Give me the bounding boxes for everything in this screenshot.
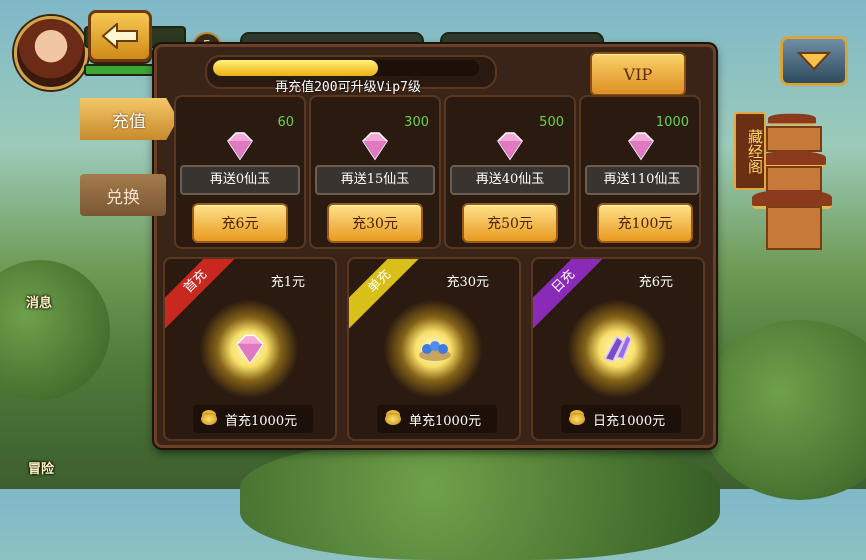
bonus-label: 再送15仙玉 — [315, 165, 435, 195]
gold-coin-icon — [569, 413, 585, 425]
side-menu-messages[interactable]: 消息 — [26, 292, 52, 311]
gold-coin-icon — [201, 413, 217, 425]
pink-gem-icon — [236, 334, 264, 365]
vip-progress-text: 再充值200可升级Vip7级 — [275, 80, 421, 95]
buy-button-50[interactable]: 充50元 — [462, 203, 558, 243]
promo-price: 充30元 — [446, 275, 489, 290]
background-tree — [700, 320, 866, 500]
jade-amount: 500 — [539, 115, 564, 130]
jade-amount: 1000 — [655, 115, 689, 130]
promo-price: 充6元 — [638, 275, 673, 290]
pink-gem-icon — [497, 132, 523, 161]
player-avatar[interactable] — [14, 16, 88, 90]
buy-button-6[interactable]: 充6元 — [192, 203, 288, 243]
purple-crystal-icon — [603, 333, 632, 362]
buy-button-100[interactable]: 充100元 — [597, 203, 693, 243]
player-hp-bar — [84, 64, 164, 76]
pink-gem-icon — [362, 132, 388, 161]
vip-progress-fill — [213, 60, 378, 76]
promo-daily-recharge: 日充 充6元 日充1000元 — [531, 257, 705, 441]
tab-recharge[interactable]: 充值 — [80, 98, 178, 140]
promo-reward-label: 单充1000元 — [409, 413, 482, 429]
recharge-card: 300 再送15仙玉 充30元 — [309, 95, 441, 249]
promo-reward[interactable]: 日充1000元 — [561, 405, 681, 433]
promo-first-recharge: 首充 充1元 首充1000元 — [163, 257, 337, 441]
bonus-label: 再送110仙玉 — [585, 165, 699, 195]
scripture-pavilion-sign: 藏经阁 — [734, 112, 766, 190]
jade-amount: 300 — [404, 115, 429, 130]
side-menu-adventure[interactable]: 冒险 — [28, 458, 54, 477]
bonus-label: 再送40仙玉 — [450, 165, 570, 195]
promo-reward-label: 首充1000元 — [225, 413, 298, 429]
dropdown-button[interactable] — [780, 36, 848, 86]
triangle-down-icon — [797, 52, 831, 71]
promo-single-recharge: 单充 充30元 单充1000元 — [347, 257, 521, 441]
bonus-label: 再送0仙玉 — [180, 165, 300, 195]
vip-button[interactable]: VIP — [590, 52, 686, 96]
arrow-left-icon — [101, 23, 138, 49]
blue-orb-icon — [419, 341, 451, 361]
pink-gem-icon — [227, 132, 253, 161]
background-tree — [0, 260, 110, 400]
promo-reward[interactable]: 单充1000元 — [377, 405, 497, 433]
buy-button-30[interactable]: 充30元 — [327, 203, 423, 243]
vip-progress-bar — [213, 60, 479, 76]
recharge-card: 500 再送40仙玉 充50元 — [444, 95, 576, 249]
recharge-card: 1000 再送110仙玉 充100元 — [579, 95, 701, 249]
promo-reward-label: 日充1000元 — [593, 413, 666, 429]
promo-price: 充1元 — [270, 275, 305, 290]
promo-reward[interactable]: 首充1000元 — [193, 405, 313, 433]
pink-gem-icon — [628, 132, 654, 161]
back-button[interactable] — [88, 10, 152, 62]
recharge-card: 60 再送0仙玉 充6元 — [174, 95, 306, 249]
jade-amount: 60 — [277, 115, 294, 130]
background-tree — [240, 440, 720, 560]
tab-exchange[interactable]: 兑换 — [80, 174, 166, 216]
gold-coin-icon — [385, 413, 401, 425]
